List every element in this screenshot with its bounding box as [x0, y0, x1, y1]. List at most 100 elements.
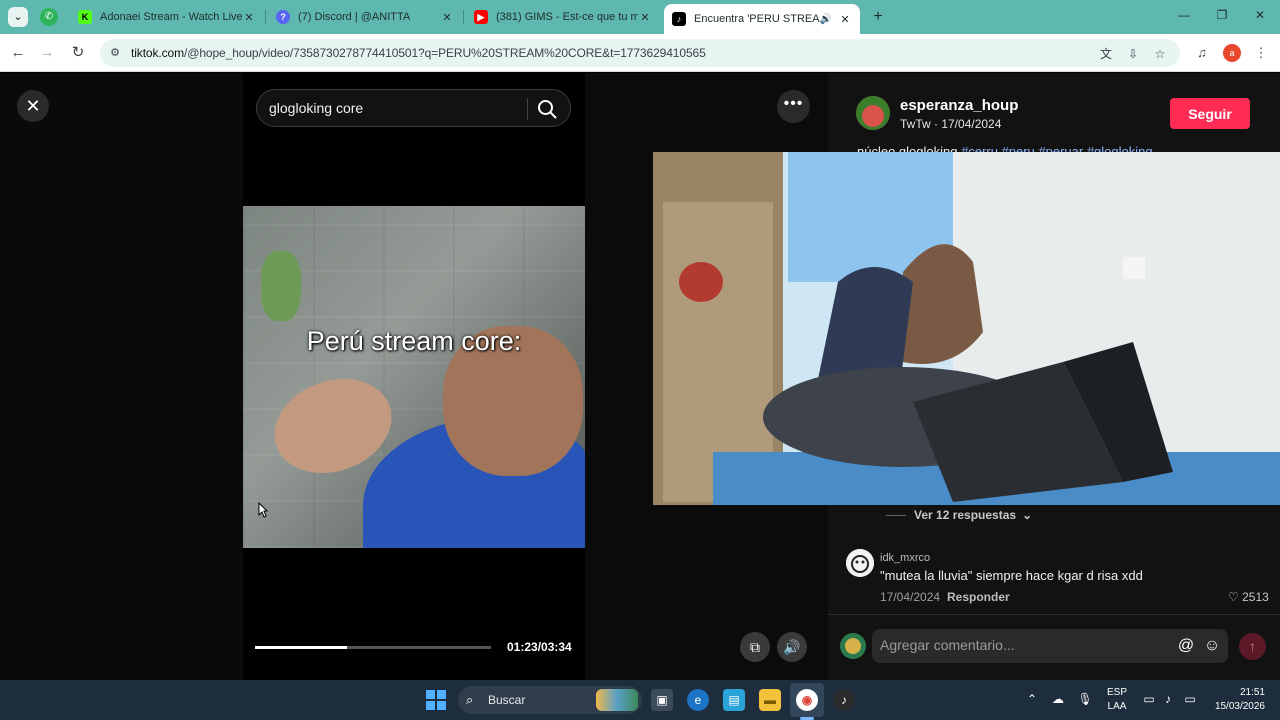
- tab-title: Encuentra 'PERU STREAM C: [694, 13, 820, 25]
- like-count: 2513: [1242, 590, 1269, 604]
- reply-button[interactable]: Responder: [947, 590, 1010, 604]
- description-hashtags[interactable]: #cerru #peru #peruar #glogloking: [961, 144, 1153, 152]
- tiktok-icon: ♪: [672, 12, 686, 26]
- clock-date: 15/03/2026: [1214, 701, 1265, 712]
- forward-icon[interactable]: →: [38, 44, 56, 62]
- tab-search-button[interactable]: ⌄: [8, 7, 28, 27]
- reload-icon[interactable]: ↻: [69, 44, 87, 62]
- cloud-off-icon[interactable]: ☁: [1050, 692, 1066, 706]
- taskbar-search-label: Buscar: [488, 693, 526, 707]
- install-app-icon[interactable]: ⇩: [1125, 46, 1141, 62]
- chevron-down-icon: ⌄: [1022, 508, 1033, 522]
- mouse-cursor-icon: [258, 502, 268, 518]
- maximize-icon[interactable]: ❐: [1214, 8, 1230, 22]
- video-description: núcleo glogloking #cerru #peru #peruar #…: [857, 144, 1153, 152]
- media-controls-icon[interactable]: ♫: [1193, 44, 1211, 62]
- microphone-icon[interactable]: 🎙: [1077, 692, 1093, 706]
- store-icon[interactable]: ▤: [723, 689, 745, 711]
- tab-youtube[interactable]: ▶ (381) GIMS - Est-ce que tu m'ai ✕: [466, 4, 660, 30]
- view-replies-label: Ver 12 respuestas: [914, 508, 1017, 522]
- minimize-icon[interactable]: —: [1176, 8, 1192, 22]
- tab-strip: ⌄ ✆ K Adonaei Stream - Watch Live o ✕ ? …: [0, 0, 1280, 34]
- more-options-button[interactable]: •••: [777, 90, 810, 123]
- comment-text: "mutea la lluvia" siempre hace kgar d ri…: [880, 568, 1143, 583]
- tab-title: (381) GIMS - Est-ce que tu m'ai: [496, 11, 638, 23]
- edge-icon[interactable]: e: [687, 689, 709, 711]
- comment-username[interactable]: idk_mxrco: [880, 552, 930, 564]
- site-info-icon[interactable]: ⚙: [108, 46, 122, 60]
- video-figure-bag: [261, 251, 301, 321]
- close-icon[interactable]: ✕: [242, 11, 256, 24]
- taskbar-search[interactable]: ⌕ Buscar: [458, 686, 642, 714]
- windows-start-icon[interactable]: [426, 690, 446, 710]
- volume-tray-icon[interactable]: ♪: [1160, 692, 1176, 706]
- close-icon[interactable]: ✕: [838, 13, 852, 26]
- language-indicator[interactable]: ESP LAA: [1105, 686, 1129, 714]
- close-video-button[interactable]: ✕: [17, 90, 49, 122]
- comment-like[interactable]: ♡ 2513: [1228, 590, 1269, 604]
- author-avatar[interactable]: [856, 96, 890, 130]
- lang-line1: ESP: [1106, 687, 1127, 698]
- close-icon[interactable]: ✕: [638, 11, 652, 24]
- volume-icon[interactable]: 🔊: [777, 632, 807, 662]
- speaker-icon[interactable]: 🔊: [820, 14, 832, 25]
- divider: [828, 614, 1280, 615]
- file-explorer-icon[interactable]: ▬: [759, 689, 781, 711]
- translate-icon[interactable]: 文: [1098, 46, 1114, 62]
- search-bar: [256, 89, 571, 127]
- video-player[interactable]: Perú stream core:: [243, 206, 585, 548]
- task-view-icon[interactable]: ▣: [651, 689, 673, 711]
- search-icon[interactable]: [536, 98, 558, 120]
- replies-line: [886, 514, 906, 516]
- kick-icon: K: [78, 10, 92, 24]
- chrome-icon[interactable]: ◉: [796, 689, 818, 711]
- whatsapp-icon[interactable]: ✆: [40, 8, 58, 26]
- tab-tiktok[interactable]: ♪ Encuentra 'PERU STREAM C 🔊 ✕: [664, 4, 860, 34]
- send-icon[interactable]: ↑: [1239, 633, 1266, 660]
- discord-icon: ?: [276, 10, 290, 24]
- lang-line2: LAA: [1107, 701, 1127, 712]
- close-icon[interactable]: ✕: [440, 11, 454, 24]
- search-divider: [527, 98, 528, 120]
- bookmark-star-icon[interactable]: ☆: [1152, 46, 1168, 62]
- video-time: 01:23/03:34: [507, 640, 572, 654]
- new-tab-button[interactable]: +: [870, 8, 886, 26]
- system-clock[interactable]: 21:51 15/03/2026: [1205, 686, 1265, 714]
- clock-time: 21:51: [1239, 687, 1265, 698]
- room-photo-image: [653, 152, 1280, 505]
- search-input[interactable]: [269, 98, 519, 118]
- stage-backdrop-left: [0, 73, 243, 680]
- comment-input[interactable]: [880, 637, 1160, 653]
- url-text[interactable]: tiktok.com/@hope_houp/video/735873027877…: [131, 46, 706, 60]
- follow-button[interactable]: Seguir: [1170, 98, 1250, 129]
- profile-avatar[interactable]: a: [1223, 44, 1241, 62]
- video-progress-bar[interactable]: [255, 646, 491, 649]
- network-icon[interactable]: ▭: [1141, 692, 1157, 706]
- tray-chevron-icon[interactable]: ⌃: [1024, 692, 1040, 706]
- youtube-icon: ▶: [474, 10, 488, 24]
- video-caption: Perú stream core:: [306, 326, 522, 356]
- mention-icon[interactable]: @: [1176, 636, 1196, 656]
- window-close-icon[interactable]: ✕: [1252, 8, 1268, 22]
- tab-kick[interactable]: K Adonaei Stream - Watch Live o ✕: [70, 4, 264, 30]
- commenter-avatar[interactable]: [846, 549, 874, 577]
- view-replies-button[interactable]: Ver 12 respuestas ⌄: [886, 508, 1032, 522]
- author-name[interactable]: esperanza_houp: [900, 97, 1018, 114]
- author-subtitle: TwTw · 17/04/2024: [900, 117, 1002, 131]
- address-bar[interactable]: ⚙ tiktok.com/@hope_houp/video/7358730278…: [100, 39, 1180, 67]
- tab-discord[interactable]: ? (7) Discord | @ANITTA ✕: [268, 4, 462, 30]
- menu-kebab-icon[interactable]: ⋮: [1252, 44, 1270, 62]
- battery-icon[interactable]: ▭: [1182, 692, 1198, 706]
- heart-icon[interactable]: ♡: [1228, 590, 1239, 604]
- pip-icon[interactable]: ⧉: [740, 632, 770, 662]
- back-icon[interactable]: ←: [9, 44, 27, 62]
- comment-date: 17/04/2024: [880, 590, 941, 604]
- search-highlight-image: [596, 689, 638, 711]
- tab-separator: [265, 10, 266, 24]
- tab-title: (7) Discord | @ANITTA: [298, 11, 411, 23]
- overlay-photo: [653, 152, 1280, 505]
- video-progress-fill: [255, 646, 348, 649]
- emoji-icon[interactable]: ☺: [1202, 636, 1222, 656]
- comment-box: @ ☺: [872, 629, 1228, 663]
- tiktok-app-icon[interactable]: ♪: [833, 689, 855, 711]
